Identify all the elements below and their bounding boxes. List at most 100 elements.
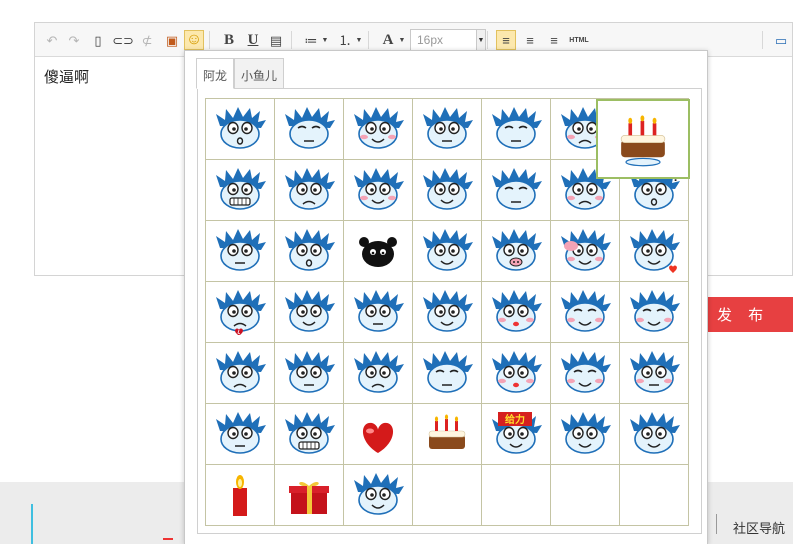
dragon-waving-icon: [423, 229, 473, 271]
emoticon-cell[interactable]: [482, 221, 551, 282]
tab-xiaoyuer[interactable]: 小鱼儿: [234, 58, 285, 89]
community-nav-link[interactable]: 社区导航: [733, 518, 785, 537]
redo-icon[interactable]: ↷: [64, 30, 84, 50]
emoticon-cell[interactable]: [344, 221, 413, 282]
emoticon-popup: 阿龙 小鱼儿 给力: [184, 50, 708, 544]
emoticon-cell[interactable]: [275, 221, 344, 282]
dropdown-caret-icon[interactable]: ▼: [320, 30, 330, 50]
dragon-thinking-icon: [423, 107, 473, 149]
gift-box-icon: [289, 481, 329, 514]
toolbar-separator: [762, 31, 763, 49]
font-color-icon[interactable]: A: [378, 30, 398, 50]
emoticon-cell[interactable]: [344, 160, 413, 221]
numbered-list-icon[interactable]: ⒈: [335, 30, 355, 50]
dragon-grinning-teeth-icon: [216, 168, 266, 210]
dragon-surprised-icon: [216, 107, 266, 149]
emoticon-cell[interactable]: [206, 160, 275, 221]
font-size-select[interactable]: 16px: [410, 29, 486, 51]
emoticon-cell[interactable]: [551, 282, 620, 343]
dragon-blush-icon: [561, 351, 611, 393]
candle-icon: [233, 475, 247, 516]
emoticon-cell[interactable]: [482, 282, 551, 343]
dragon-annoyed-icon: [354, 351, 404, 393]
emoticon-cell[interactable]: [620, 221, 689, 282]
emoticon-cell[interactable]: [551, 221, 620, 282]
emoticon-cell[interactable]: [344, 343, 413, 404]
black-sheep-icon: [359, 237, 397, 267]
dragon-lying-icon: [285, 351, 335, 393]
emoticon-cell[interactable]: [344, 282, 413, 343]
emoticon-cell[interactable]: [620, 282, 689, 343]
dragon-fainted-icon: [216, 412, 266, 454]
publish-button[interactable]: 发 布: [706, 297, 793, 332]
emoticon-cell[interactable]: [413, 343, 482, 404]
tab-along[interactable]: 阿龙: [196, 58, 235, 89]
red-heart-icon: [362, 422, 394, 453]
dragon-shy-icon: [354, 107, 404, 149]
emoticon-cell[interactable]: [344, 404, 413, 465]
emoticon-cell[interactable]: [344, 99, 413, 160]
emoticon-cell[interactable]: [206, 99, 275, 160]
emoticon-cell[interactable]: [206, 221, 275, 282]
dragon-pig-nose-icon: [492, 229, 542, 271]
undo-icon[interactable]: ↶: [42, 30, 62, 50]
emoticon-cell[interactable]: [206, 465, 275, 526]
emoticon-cell[interactable]: [482, 160, 551, 221]
dragon-cheeky-icon: [423, 290, 473, 332]
emoticon-cell[interactable]: [620, 404, 689, 465]
dragon-lips-icon: [492, 351, 542, 393]
dragon-staring-icon: [216, 229, 266, 271]
paste-icon[interactable]: ▤: [266, 30, 286, 50]
emoticon-cell[interactable]: [206, 282, 275, 343]
fullscreen-icon[interactable]: ▭: [771, 30, 791, 50]
link-icon[interactable]: ⊂⊃: [112, 30, 134, 50]
unlink-icon[interactable]: ⊄: [137, 30, 157, 50]
emoticon-cell[interactable]: [413, 99, 482, 160]
dragon-wink-icon: [423, 168, 473, 210]
emoticon-cell[interactable]: [206, 404, 275, 465]
dragon-grin-icon: [561, 412, 611, 454]
dropdown-caret-icon[interactable]: ▼: [354, 30, 364, 50]
insert-image-icon[interactable]: ▣: [162, 30, 182, 50]
dragon-crying-icon: [216, 351, 266, 393]
dragon-smug-icon: [354, 168, 404, 210]
emoticon-cell[interactable]: [275, 99, 344, 160]
dragon-kiss-icon: [492, 290, 542, 332]
emoticon-cell[interactable]: [551, 343, 620, 404]
underline-icon[interactable]: U: [243, 30, 263, 50]
emoticon-cell[interactable]: [413, 282, 482, 343]
emoticon-cell[interactable]: [551, 404, 620, 465]
emoticon-cell[interactable]: [275, 465, 344, 526]
emoticon-cell[interactable]: [620, 343, 689, 404]
dragon-squint-icon: [423, 351, 473, 393]
emoticon-cell[interactable]: 给力: [482, 404, 551, 465]
dropdown-caret-icon[interactable]: ▼: [397, 30, 407, 50]
dragon-content-icon: [630, 290, 680, 332]
emoticon-icon[interactable]: ☺: [184, 30, 204, 50]
new-document-icon[interactable]: ▯: [88, 30, 108, 50]
dragon-laughing-icon: [561, 290, 611, 332]
emoticon-cell[interactable]: [413, 160, 482, 221]
emoticon-cell[interactable]: [482, 99, 551, 160]
align-right-icon[interactable]: ≡: [544, 30, 564, 50]
emoticon-cell-empty: [551, 465, 620, 526]
dragon-eye-roll-icon: [630, 351, 680, 393]
align-center-icon[interactable]: ≡: [520, 30, 540, 50]
editor-content[interactable]: 傻逼啊: [44, 66, 89, 87]
bold-icon[interactable]: B: [219, 30, 239, 50]
emoticon-cell[interactable]: [482, 343, 551, 404]
emoticon-cell[interactable]: [275, 282, 344, 343]
html-source-icon[interactable]: HTML: [567, 30, 591, 50]
emoticon-cell[interactable]: [275, 160, 344, 221]
toolbar-separator: [291, 31, 292, 49]
emoticon-cell[interactable]: [413, 221, 482, 282]
emoticon-cell[interactable]: [275, 404, 344, 465]
emoticon-cell[interactable]: [275, 343, 344, 404]
dragon-geili-sign-icon: 给力: [492, 412, 542, 454]
align-left-icon[interactable]: ≡: [496, 30, 516, 50]
font-size-dropdown-arrow[interactable]: ▼: [476, 29, 486, 51]
emoticon-cell[interactable]: [413, 404, 482, 465]
bullet-list-icon[interactable]: ≔: [301, 30, 321, 50]
emoticon-cell[interactable]: [344, 465, 413, 526]
emoticon-cell[interactable]: [206, 343, 275, 404]
